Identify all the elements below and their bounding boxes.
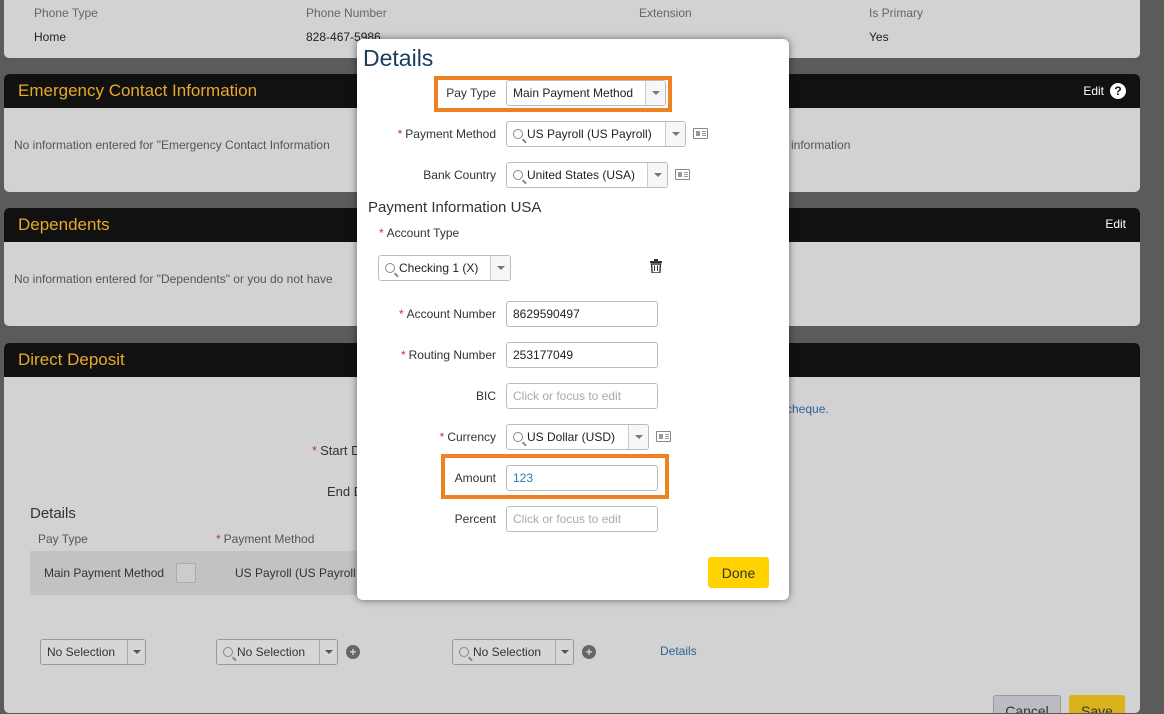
currency-value: US Dollar (USD) [527, 430, 616, 444]
search-icon [513, 432, 523, 442]
bic-label: BIC [475, 389, 496, 403]
emergency-edit-label: Edit [1083, 84, 1104, 98]
pay-type-select[interactable]: Main Payment Method [506, 80, 666, 106]
bank-country-select[interactable]: United States (USA) [506, 162, 668, 188]
add-icon[interactable]: + [582, 645, 596, 659]
search-icon [459, 647, 469, 657]
phone-number-header: Phone Number [306, 6, 387, 20]
is-primary-header: Is Primary [869, 6, 923, 20]
new-pay-type-value: No Selection [47, 645, 116, 659]
account-type-value: Checking 1 (X) [399, 261, 479, 275]
bank-country-label: Bank Country [423, 168, 496, 182]
done-button[interactable]: Done [708, 557, 769, 588]
emergency-edit-link[interactable]: Edit ? [1083, 83, 1126, 99]
search-icon [513, 129, 523, 139]
emergency-empty-message-tail: information [791, 138, 851, 152]
dependents-edit-link[interactable]: Edit [1105, 217, 1126, 231]
start-date-label: * Start D [312, 443, 361, 458]
payment-method-label: * Payment Method [397, 127, 496, 141]
add-icon[interactable]: + [346, 645, 360, 659]
dependents-title: Dependents [18, 215, 110, 234]
is-primary-value: Yes [869, 30, 889, 44]
amount-label: Amount [454, 471, 496, 485]
col-payment-method: * Payment Method [216, 532, 315, 546]
extension-header: Extension [639, 6, 692, 20]
currency-label-text: Currency [447, 430, 496, 444]
search-icon [513, 170, 523, 180]
start-date-label-text: Start D [320, 443, 361, 458]
account-type-label-text: Account Type [386, 226, 460, 240]
new-payment-method-select[interactable]: No Selection [216, 639, 338, 665]
account-type-select[interactable]: Checking 1 (X) [378, 255, 511, 281]
row-pay-type: Main Payment Method [44, 566, 165, 580]
details-row: Main Payment Method US Payroll (US Payro… [30, 551, 360, 595]
currency-select[interactable]: US Dollar (USD) [506, 424, 649, 450]
payment-method-value: US Payroll (US Payroll) [527, 127, 652, 141]
phone-type-header: Phone Type [34, 6, 98, 20]
search-icon [385, 263, 395, 273]
modal-title: Details [363, 45, 434, 71]
account-type-label: * Account Type [379, 226, 460, 240]
percent-input[interactable] [506, 506, 658, 532]
dependents-edit-label: Edit [1105, 217, 1126, 231]
details-card-icon[interactable] [693, 128, 708, 139]
save-button[interactable]: Save [1069, 695, 1125, 713]
details-modal: Details Pay Type Main Payment Method * Pa… [357, 39, 789, 600]
new-third-select[interactable]: No Selection [452, 639, 574, 665]
emergency-contact-title: Emergency Contact Information [18, 81, 258, 100]
trash-icon[interactable] [650, 259, 662, 273]
account-number-label-text: Account Number [406, 307, 496, 321]
pay-type-value: Main Payment Method [513, 86, 634, 100]
col-pay-type: Pay Type [38, 532, 88, 546]
phone-type-value: Home [34, 30, 67, 44]
details-link[interactable]: Details [660, 644, 697, 658]
help-icon[interactable]: ? [1110, 83, 1126, 99]
routing-number-input[interactable] [506, 342, 658, 368]
details-card-icon[interactable] [675, 169, 690, 180]
chevron-down-icon [319, 640, 337, 664]
chevron-down-icon [555, 640, 573, 664]
details-card-icon[interactable] [656, 431, 671, 442]
chevron-down-icon [665, 122, 685, 146]
payment-method-select[interactable]: US Payroll (US Payroll) [506, 121, 686, 147]
amount-input[interactable] [506, 465, 658, 491]
routing-number-label-text: Routing Number [408, 348, 496, 362]
row-payment-method: US Payroll (US Payroll [235, 566, 356, 580]
chevron-down-icon [628, 425, 648, 449]
bic-input[interactable] [506, 383, 658, 409]
emergency-empty-message: No information entered for "Emergency Co… [14, 138, 330, 152]
payment-info-section-title: Payment Information USA [368, 199, 542, 216]
payment-method-label-text: Payment Method [405, 127, 496, 141]
row-pay-type-dropdown[interactable] [176, 563, 196, 583]
chevron-down-icon [645, 81, 665, 105]
details-title: Details [30, 505, 76, 522]
new-pay-type-select[interactable]: No Selection [40, 639, 146, 665]
dependents-empty-message: No information entered for "Dependents" … [14, 272, 333, 286]
cheque-link[interactable]: cheque. [786, 402, 829, 416]
percent-label: Percent [454, 512, 496, 526]
bank-country-value: United States (USA) [527, 168, 636, 182]
direct-deposit-title: Direct Deposit [18, 350, 125, 369]
col-payment-method-text: Payment Method [223, 532, 315, 546]
pay-type-label: Pay Type [446, 86, 496, 100]
new-payment-method-value: No Selection [237, 645, 306, 659]
chevron-down-icon [127, 640, 145, 664]
account-number-input[interactable] [506, 301, 658, 327]
chevron-down-icon [490, 256, 510, 280]
cancel-button[interactable]: Cancel [993, 695, 1061, 713]
routing-number-label: * Routing Number [400, 348, 496, 362]
currency-label: * Currency [439, 430, 496, 444]
chevron-down-icon [647, 163, 667, 187]
new-third-value: No Selection [473, 645, 542, 659]
account-number-label: * Account Number [398, 307, 496, 321]
search-icon [223, 647, 233, 657]
